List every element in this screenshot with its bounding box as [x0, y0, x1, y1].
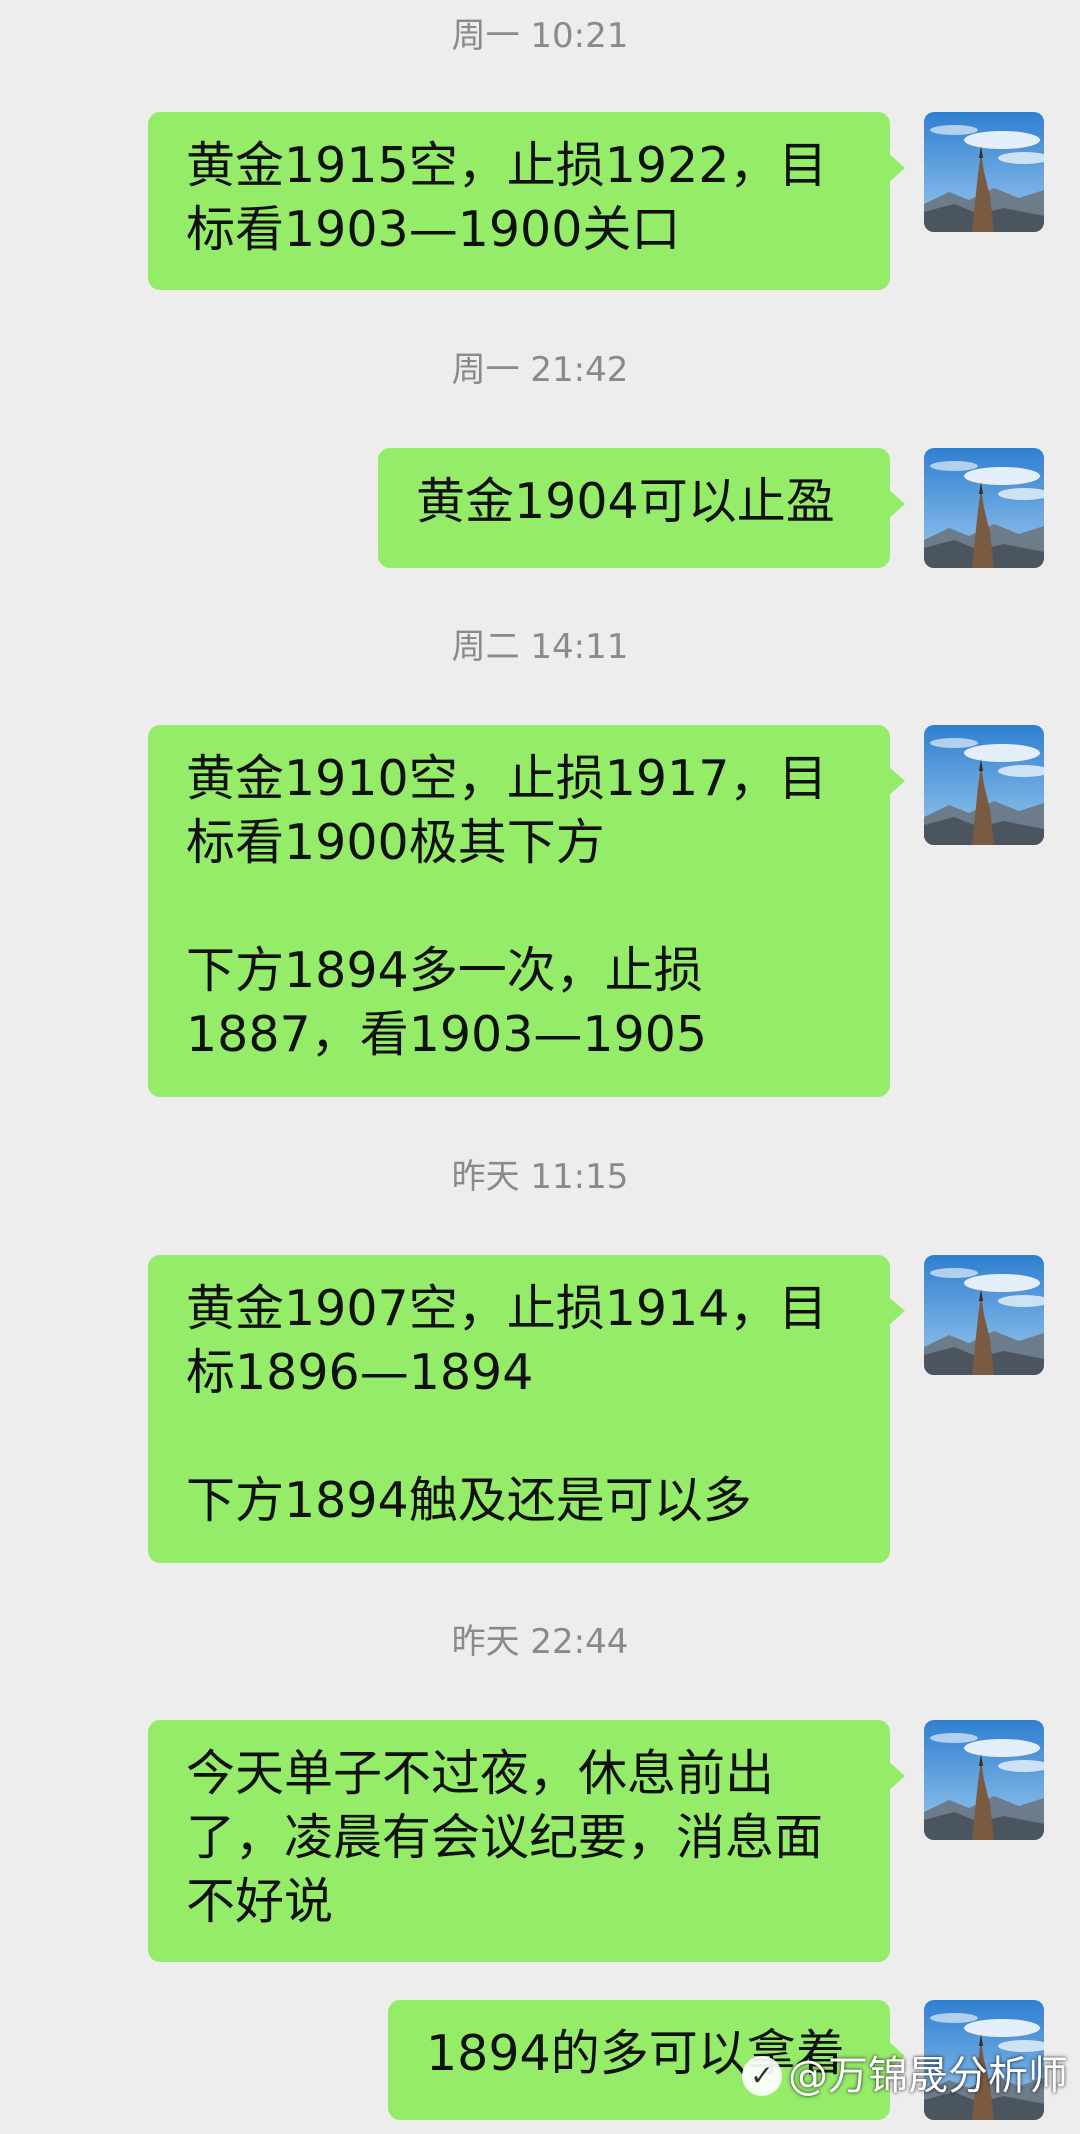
- avatar[interactable]: [924, 112, 1044, 232]
- watermark: ✓ @万锦晟分析师: [742, 2052, 1068, 2100]
- avatar[interactable]: [924, 725, 1044, 845]
- avatar[interactable]: [924, 448, 1044, 568]
- message-bubble[interactable]: 黄金1915空，止损1922，目标看1903—1900关口: [148, 112, 905, 290]
- toutiao-logo-icon: ✓: [742, 2056, 782, 2096]
- avatar[interactable]: [924, 1255, 1044, 1375]
- message-bubble[interactable]: 黄金1907空，止损1914，目标1896—1894 下方1894触及还是可以多: [148, 1255, 905, 1563]
- timestamp: 昨天 22:44: [451, 1622, 629, 1662]
- timestamp: 周二 14:11: [451, 627, 629, 667]
- timestamp: 昨天 11:15: [451, 1157, 629, 1197]
- watermark-text: @万锦晟分析师: [788, 2053, 1068, 2099]
- message-bubble[interactable]: 今天单子不过夜，休息前出了，凌晨有会议纪要，消息面不好说: [148, 1720, 905, 1962]
- avatar[interactable]: [924, 1720, 1044, 1840]
- message-bubble[interactable]: 黄金1904可以止盈: [378, 448, 905, 568]
- timestamp: 周一 10:21: [451, 16, 629, 56]
- timestamp: 周一 21:42: [451, 350, 629, 390]
- message-bubble[interactable]: 黄金1910空，止损1917，目标看1900极其下方 下方1894多一次，止损1…: [148, 725, 905, 1097]
